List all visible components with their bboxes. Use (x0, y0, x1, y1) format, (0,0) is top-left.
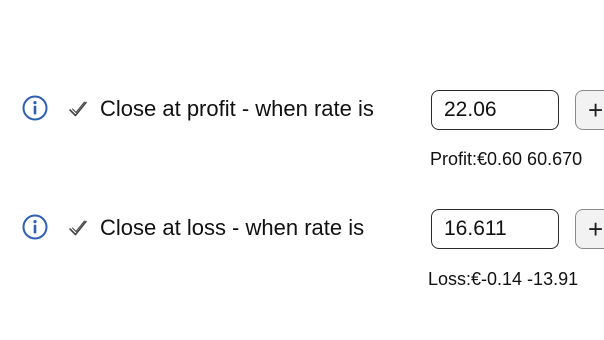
profit-rate-increment-button[interactable]: + (575, 90, 604, 130)
info-circle-icon[interactable] (22, 95, 48, 121)
loss-rate-increment-button[interactable]: + (575, 209, 604, 249)
close-at-profit-label: Close at profit - when rate is (100, 96, 374, 121)
close-at-loss-label: Close at loss - when rate is (100, 215, 365, 240)
checkmark-icon[interactable] (67, 217, 89, 239)
loss-rate-input[interactable] (431, 209, 559, 249)
profit-result-text: Profit:€0.60 60.670 (430, 149, 583, 169)
info-circle-icon[interactable] (22, 214, 48, 240)
loss-result-text: Loss:€-0.14 -13.91 (428, 269, 579, 289)
checkmark-icon[interactable] (67, 98, 89, 120)
take-profit-stop-loss-panel: Close at profit - when rate is + Profit:… (0, 0, 604, 340)
profit-rate-input[interactable] (431, 90, 559, 130)
